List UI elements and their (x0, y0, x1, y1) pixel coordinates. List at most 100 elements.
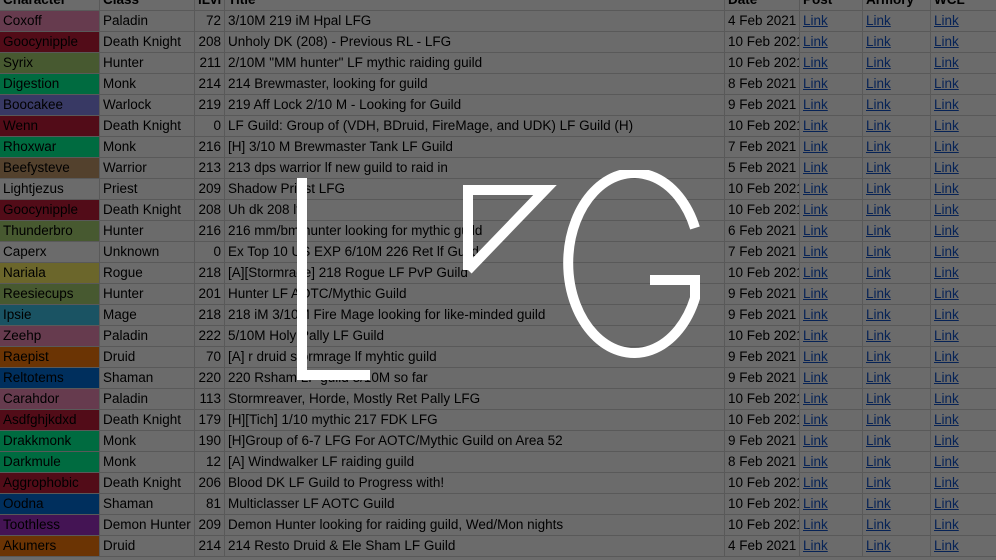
header-post[interactable]: Post (800, 0, 863, 10)
armory-link[interactable]: Link (866, 538, 891, 553)
post-link[interactable]: Link (803, 97, 828, 112)
wcl-link[interactable]: Link (934, 118, 959, 133)
post-link[interactable]: Link (803, 286, 828, 301)
wcl-link[interactable]: Link (934, 286, 959, 301)
ilvl-cell-wrap: 12 (195, 452, 225, 472)
post-link[interactable]: Link (803, 496, 828, 511)
wcl-link[interactable]: Link (934, 370, 959, 385)
armory-link[interactable]: Link (866, 496, 891, 511)
post-link[interactable]: Link (803, 475, 828, 490)
armory-link[interactable]: Link (866, 265, 891, 280)
wcl-link[interactable]: Link (934, 34, 959, 49)
wcl-link[interactable]: Link (934, 517, 959, 532)
armory-link[interactable]: Link (866, 34, 891, 49)
post-link[interactable]: Link (803, 538, 828, 553)
post-link[interactable]: Link (803, 223, 828, 238)
post-link[interactable]: Link (803, 412, 828, 427)
post-link[interactable]: Link (803, 307, 828, 322)
wcl-link[interactable]: Link (934, 433, 959, 448)
armory-link[interactable]: Link (866, 76, 891, 91)
wcl-link[interactable]: Link (934, 139, 959, 154)
header-wcl[interactable]: WCL (931, 0, 996, 10)
wcl-link[interactable]: Link (934, 244, 959, 259)
header-armory[interactable]: Armory (863, 0, 931, 10)
wcl-link[interactable]: Link (934, 496, 959, 511)
post-link[interactable]: Link (803, 349, 828, 364)
post-link-wrap: Link (800, 11, 863, 31)
wcl-link[interactable]: Link (934, 76, 959, 91)
armory-link[interactable]: Link (866, 328, 891, 343)
wcl-link[interactable]: Link (934, 160, 959, 175)
armory-link-wrap: Link (863, 431, 931, 451)
armory-link[interactable]: Link (866, 202, 891, 217)
wcl-link[interactable]: Link (934, 223, 959, 238)
armory-link[interactable]: Link (866, 433, 891, 448)
wcl-link[interactable]: Link (934, 391, 959, 406)
wcl-link[interactable]: Link (934, 97, 959, 112)
armory-link[interactable]: Link (866, 475, 891, 490)
armory-link[interactable]: Link (866, 370, 891, 385)
armory-link-wrap: Link (863, 242, 931, 262)
post-link[interactable]: Link (803, 76, 828, 91)
armory-link[interactable]: Link (866, 118, 891, 133)
header-date[interactable]: Date (725, 0, 800, 10)
armory-link[interactable]: Link (866, 517, 891, 532)
wcl-link[interactable]: Link (934, 202, 959, 217)
ilvl-cell: 213 (198, 160, 221, 175)
wcl-link[interactable]: Link (934, 328, 959, 343)
header-character[interactable]: Character (0, 0, 100, 10)
title-cell-wrap: Demon Hunter looking for raiding guild, … (225, 515, 725, 535)
post-link[interactable]: Link (803, 55, 828, 70)
post-link-wrap: Link (800, 53, 863, 73)
header-class[interactable]: Class (100, 0, 195, 10)
date-cell: 10 Feb 2021 (728, 412, 800, 427)
post-link[interactable]: Link (803, 244, 828, 259)
armory-link[interactable]: Link (866, 55, 891, 70)
armory-link[interactable]: Link (866, 286, 891, 301)
post-link[interactable]: Link (803, 13, 828, 28)
logo-letter-f (463, 185, 557, 274)
armory-link[interactable]: Link (866, 160, 891, 175)
post-link[interactable]: Link (803, 139, 828, 154)
wcl-link[interactable]: Link (934, 55, 959, 70)
character-cell-wrap: Thunderbro (0, 221, 100, 241)
class-cell: Priest (103, 181, 138, 196)
armory-link[interactable]: Link (866, 454, 891, 469)
header-title[interactable]: Title (225, 0, 725, 10)
wcl-link[interactable]: Link (934, 307, 959, 322)
header-ilvl[interactable]: iLvl (195, 0, 225, 10)
ilvl-cell-wrap: 213 (195, 158, 225, 178)
post-link[interactable]: Link (803, 202, 828, 217)
armory-link[interactable]: Link (866, 223, 891, 238)
date-cell: 10 Feb 2021 (728, 55, 800, 70)
armory-link[interactable]: Link (866, 139, 891, 154)
post-link[interactable]: Link (803, 118, 828, 133)
armory-link[interactable]: Link (866, 412, 891, 427)
post-link[interactable]: Link (803, 328, 828, 343)
wcl-link[interactable]: Link (934, 265, 959, 280)
armory-link[interactable]: Link (866, 349, 891, 364)
armory-link[interactable]: Link (866, 391, 891, 406)
armory-link[interactable]: Link (866, 97, 891, 112)
post-link[interactable]: Link (803, 517, 828, 532)
armory-link[interactable]: Link (866, 181, 891, 196)
post-link[interactable]: Link (803, 265, 828, 280)
post-link[interactable]: Link (803, 181, 828, 196)
armory-link[interactable]: Link (866, 244, 891, 259)
post-link[interactable]: Link (803, 454, 828, 469)
post-link[interactable]: Link (803, 391, 828, 406)
date-cell-wrap: 10 Feb 2021 (725, 473, 800, 493)
wcl-link[interactable]: Link (934, 181, 959, 196)
post-link[interactable]: Link (803, 34, 828, 49)
armory-link[interactable]: Link (866, 13, 891, 28)
wcl-link[interactable]: Link (934, 475, 959, 490)
post-link[interactable]: Link (803, 160, 828, 175)
wcl-link[interactable]: Link (934, 349, 959, 364)
wcl-link[interactable]: Link (934, 412, 959, 427)
wcl-link[interactable]: Link (934, 454, 959, 469)
post-link[interactable]: Link (803, 370, 828, 385)
armory-link[interactable]: Link (866, 307, 891, 322)
wcl-link[interactable]: Link (934, 538, 959, 553)
post-link[interactable]: Link (803, 433, 828, 448)
wcl-link[interactable]: Link (934, 13, 959, 28)
